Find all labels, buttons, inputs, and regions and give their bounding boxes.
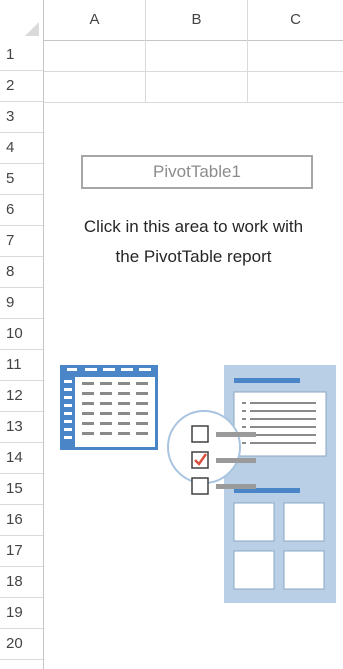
- row-header-4[interactable]: 4: [0, 133, 43, 164]
- row-header-13[interactable]: 13: [0, 412, 43, 443]
- worksheet[interactable]: A B C 1 2 3 4 5 6 7 8 9 10 11 12 13 14 1…: [0, 0, 343, 669]
- row-header-1[interactable]: 1: [0, 40, 43, 71]
- row-header-column: 1 2 3 4 5 6 7 8 9 10 11 12 13 14 15 16 1…: [0, 40, 44, 669]
- column-header-c[interactable]: C: [248, 0, 343, 40]
- row-header-12[interactable]: 12: [0, 381, 43, 412]
- gridline-row-1: [44, 71, 343, 72]
- row-header-18[interactable]: 18: [0, 567, 43, 598]
- column-header-row: A B C: [0, 0, 343, 41]
- row-header-6[interactable]: 6: [0, 195, 43, 226]
- row-header-10[interactable]: 10: [0, 319, 43, 350]
- row-header-2[interactable]: 2: [0, 71, 43, 102]
- gridline-row-2: [44, 102, 343, 103]
- select-all-corner[interactable]: [0, 0, 44, 40]
- pivottable-help-line-1: Click in this area to work with: [83, 217, 304, 236]
- pivottable-help-text[interactable]: Click in this area to work with the Pivo…: [44, 212, 343, 272]
- row-header-3[interactable]: 3: [0, 102, 43, 133]
- row-header-17[interactable]: 17: [0, 536, 43, 567]
- row-header-20[interactable]: 20: [0, 629, 43, 660]
- source-table-icon: [60, 365, 158, 450]
- pivottable-field-list-illustration-icon: [60, 365, 336, 603]
- gridline-col-a: [145, 40, 146, 102]
- pivottable-help-line-2: the PivotTable report: [115, 247, 272, 266]
- select-all-triangle-icon: [25, 22, 39, 36]
- row-header-7[interactable]: 7: [0, 226, 43, 257]
- column-header-a[interactable]: A: [44, 0, 146, 40]
- column-header-b[interactable]: B: [146, 0, 248, 40]
- row-header-5[interactable]: 5: [0, 164, 43, 195]
- row-header-8[interactable]: 8: [0, 257, 43, 288]
- pivottable-name-box[interactable]: PivotTable1: [81, 155, 313, 189]
- row-header-11[interactable]: 11: [0, 350, 43, 381]
- row-header-14[interactable]: 14: [0, 443, 43, 474]
- row-header-16[interactable]: 16: [0, 505, 43, 536]
- row-header-15[interactable]: 15: [0, 474, 43, 505]
- row-header-19[interactable]: 19: [0, 598, 43, 629]
- row-header-9[interactable]: 9: [0, 288, 43, 319]
- gridline-col-b: [247, 40, 248, 102]
